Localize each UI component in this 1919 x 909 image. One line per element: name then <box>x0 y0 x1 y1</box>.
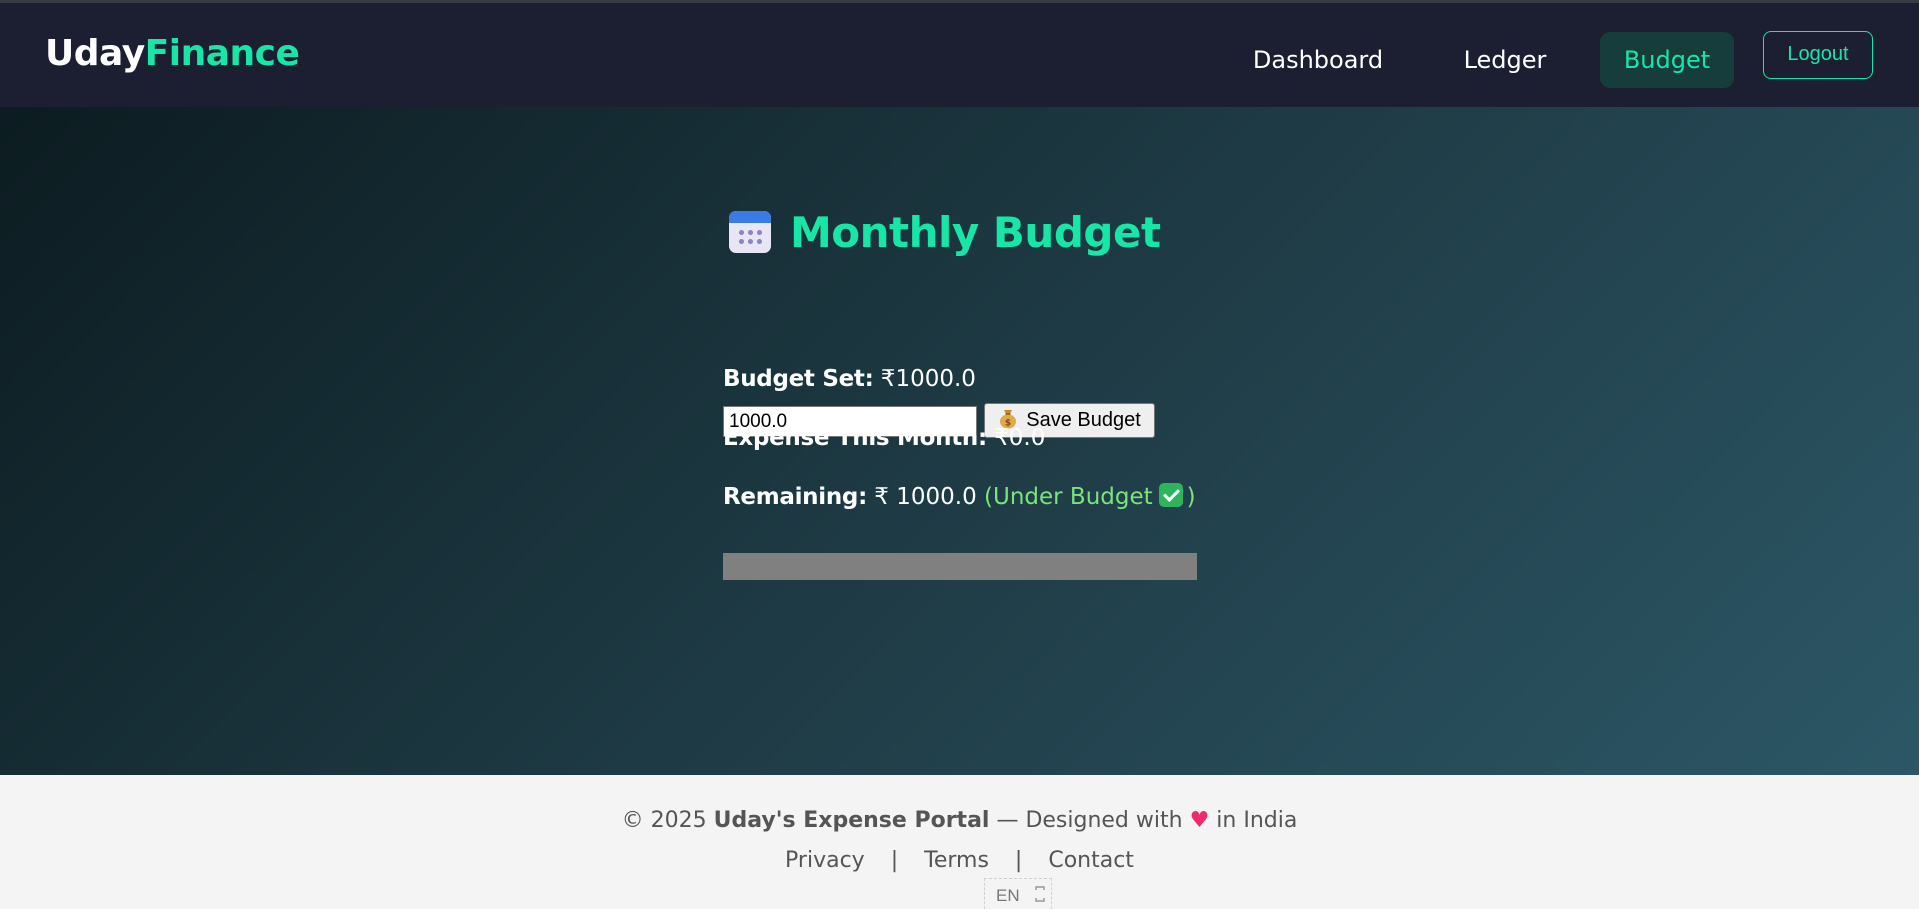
footer-link-contact[interactable]: Contact <box>1048 848 1134 873</box>
expense-row: Expense This Month: ₹0.0 <box>723 421 1045 455</box>
rotate-icon <box>1035 886 1045 902</box>
expense-value: ₹0.0 <box>986 425 1046 451</box>
budget-status-text: (Under Budget <box>984 484 1153 510</box>
brand-name-part2: Finance <box>144 33 300 74</box>
footer-copyright: © 2025 Uday's Expense Portal — Designed … <box>0 808 1919 833</box>
language-code: EN <box>996 886 1020 905</box>
calendar-icon-grid <box>737 228 763 248</box>
designed-prefix: — Designed with <box>989 808 1190 833</box>
remaining-label: Remaining: <box>723 484 867 510</box>
budget-set-row: Budget Set: ₹1000.0 <box>723 362 976 396</box>
footer: © 2025 Uday's Expense Portal — Designed … <box>0 775 1919 909</box>
budget-set-label: Budget Set: <box>723 366 874 392</box>
brand-logo[interactable]: UdayFinance <box>45 33 300 74</box>
copyright-prefix: © 2025 <box>621 808 714 833</box>
portal-name: Uday's Expense Portal <box>713 808 990 833</box>
brand-name-part1: Uday <box>45 33 145 74</box>
main-content: Monthly Budget $ Save Budget Budget Set:… <box>0 107 1919 775</box>
navbar: UdayFinance Dashboard Ledger Budget Logo… <box>0 3 1919 107</box>
calendar-icon <box>729 211 771 253</box>
budget-status-close: ) <box>1186 484 1196 510</box>
check-mark-icon <box>1158 483 1183 507</box>
nav-dashboard[interactable]: Dashboard <box>1228 32 1408 88</box>
remaining-value: ₹ 1000.0 <box>866 484 985 510</box>
calendar-icon-header <box>729 211 771 223</box>
logout-button[interactable]: Logout <box>1763 31 1873 79</box>
designed-suffix: in India <box>1209 808 1298 833</box>
nav-ledger[interactable]: Ledger <box>1444 32 1566 88</box>
nav-budget-active[interactable]: Budget <box>1600 32 1734 88</box>
budget-status: (Under Budget) <box>984 483 1196 510</box>
footer-link-privacy[interactable]: Privacy <box>785 848 865 873</box>
footer-links: Privacy | Terms | Contact <box>0 848 1919 873</box>
footer-separator: | <box>890 848 899 873</box>
budget-progress-bar <box>723 553 1197 580</box>
footer-link-terms[interactable]: Terms <box>924 848 989 873</box>
expense-label: Expense This Month: <box>723 425 987 451</box>
language-switcher[interactable]: EN <box>984 878 1052 909</box>
remaining-row: Remaining: ₹ 1000.0 (Under Budget) <box>723 480 1196 514</box>
footer-separator: | <box>1014 848 1023 873</box>
heart-icon: ♥ <box>1189 808 1210 833</box>
budget-set-value: ₹1000.0 <box>873 366 976 392</box>
page-title: Monthly Budget <box>790 208 1161 257</box>
